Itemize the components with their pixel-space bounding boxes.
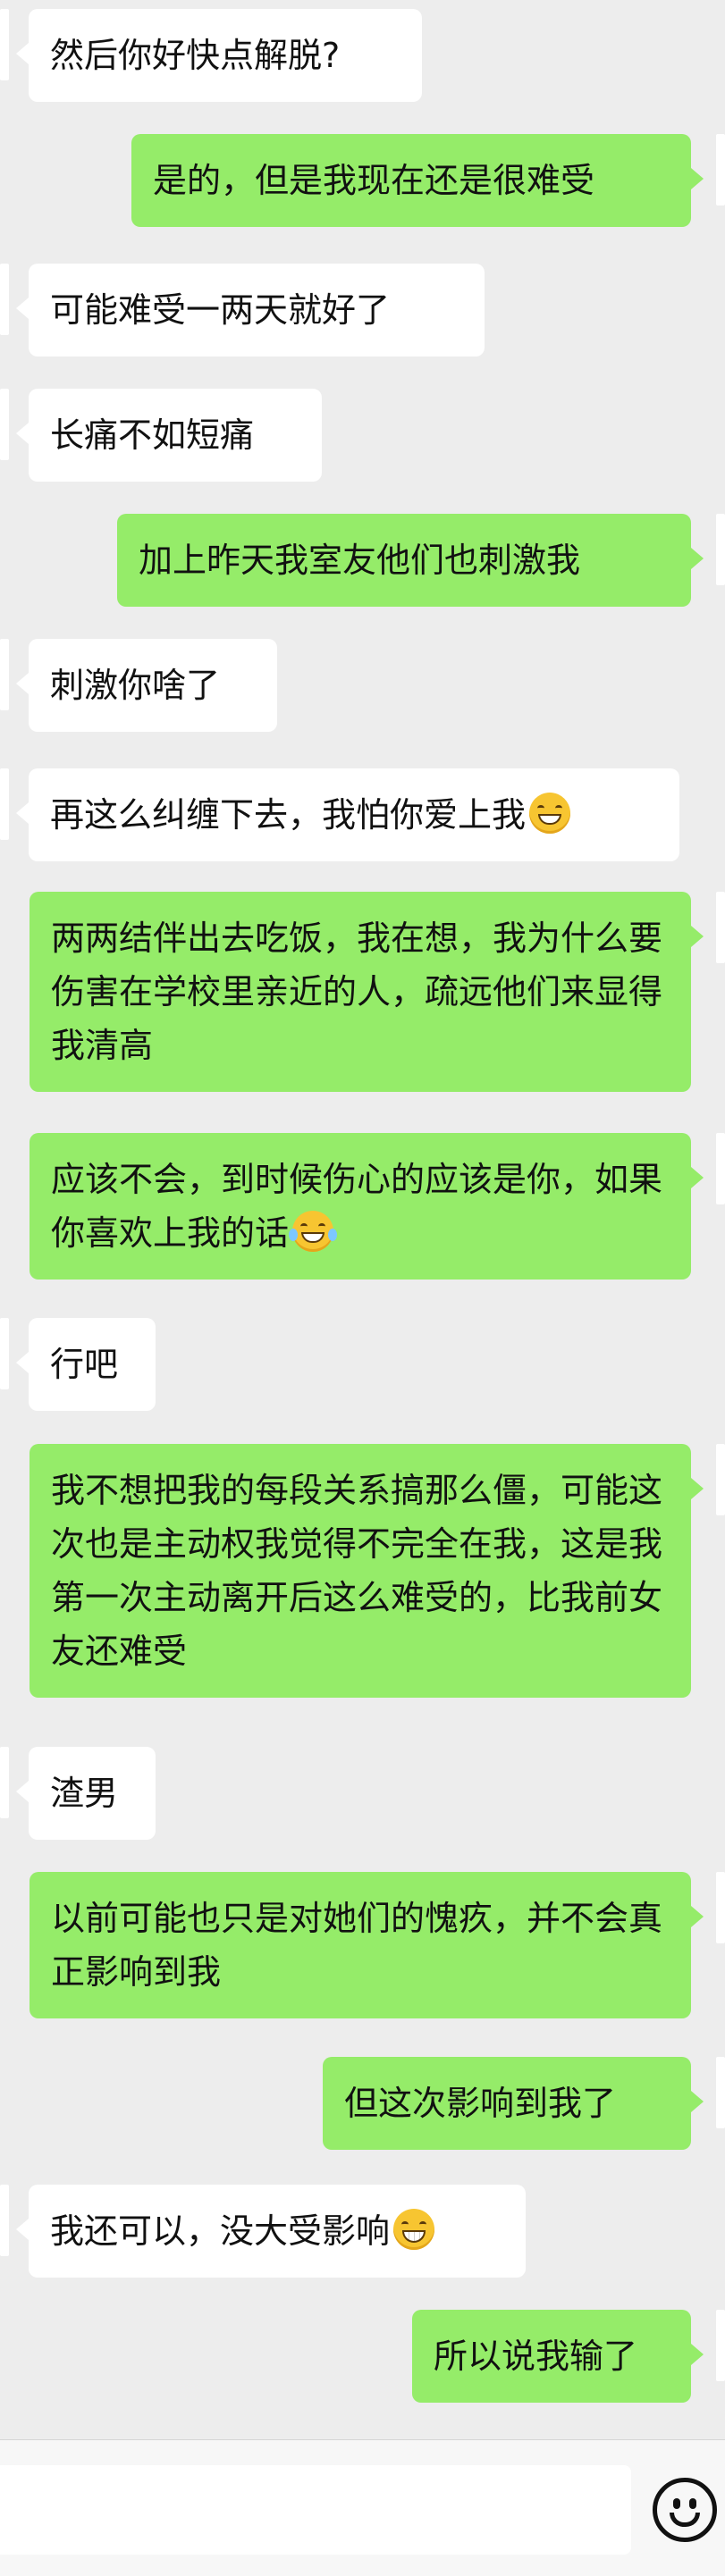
outgoing-message-bubble[interactable]: 所以说我输了 (412, 2310, 704, 2403)
message-text: 再这么纠缠下去，我怕你爱上我 (50, 795, 527, 835)
incoming-message-bubble[interactable]: 刺激你啥了 (16, 639, 277, 732)
my-avatar[interactable] (716, 134, 725, 206)
contact-avatar[interactable] (0, 768, 9, 840)
contact-avatar[interactable] (0, 1318, 9, 1389)
chat-area[interactable]: 然后你好快点解脱? 是的，但是我现在还是很难受 可能难受一两天就好了 长痛不如短… (0, 0, 725, 2439)
outgoing-message-bubble[interactable]: 我不想把我的每段关系搞那么僵，可能这次也是主动权我觉得不完全在我，这是我第一次主… (30, 1444, 704, 1698)
outgoing-message-bubble[interactable]: 两两结伴出去吃饭，我在想，我为什么要伤害在学校里亲近的人，疏远他们来显得我清高 (30, 892, 704, 1092)
my-avatar[interactable] (716, 2310, 725, 2381)
message-text: 我还可以，没大受影响 (50, 2211, 391, 2251)
message-text: 所以说我输了 (434, 2337, 638, 2376)
input-bar (0, 2439, 725, 2576)
message-text: 是的，但是我现在还是很难受 (153, 161, 595, 200)
outgoing-message-bubble[interactable]: 以前可能也只是对她们的愧疚，并不会真正影响到我 (30, 1872, 704, 2018)
tears-of-joy-emoji-icon (289, 1211, 338, 1252)
message-text: 以前可能也只是对她们的愧疚，并不会真正影响到我 (51, 1899, 663, 1992)
message-input[interactable] (0, 2465, 631, 2555)
contact-avatar[interactable] (0, 264, 9, 335)
contact-avatar[interactable] (0, 1747, 9, 1818)
message-text: 刺激你啥了 (50, 666, 221, 705)
outgoing-message-bubble[interactable]: 但这次影响到我了 (323, 2057, 704, 2150)
my-avatar[interactable] (716, 2057, 725, 2128)
incoming-message-bubble[interactable]: 可能难受一两天就好了 (16, 264, 485, 357)
message-text: 但这次影响到我了 (344, 2084, 617, 2123)
message-text: 加上昨天我室友他们也刺激我 (139, 541, 581, 580)
outgoing-message-bubble[interactable]: 加上昨天我室友他们也刺激我 (117, 514, 704, 607)
message-text: 我不想把我的每段关系搞那么僵，可能这次也是主动权我觉得不完全在我，这是我第一次主… (51, 1471, 663, 1671)
my-avatar[interactable] (716, 1872, 725, 1943)
contact-avatar[interactable] (0, 2185, 9, 2256)
incoming-message-bubble[interactable]: 长痛不如短痛 (16, 389, 322, 482)
message-text: 长痛不如短痛 (50, 415, 255, 455)
my-avatar[interactable] (716, 1133, 725, 1204)
my-avatar[interactable] (716, 1444, 725, 1515)
incoming-message-bubble[interactable]: 再这么纠缠下去，我怕你爱上我 (16, 768, 679, 861)
grin-emoji-icon (393, 2209, 435, 2250)
message-text: 行吧 (50, 1345, 119, 1384)
outgoing-message-bubble[interactable]: 应该不会，到时候伤心的应该是你，如果你喜欢上我的话 (30, 1133, 704, 1280)
message-text: 然后你好快点解脱? (50, 36, 341, 75)
message-text: 应该不会，到时候伤心的应该是你，如果你喜欢上我的话 (51, 1160, 663, 1253)
contact-avatar[interactable] (0, 639, 9, 710)
incoming-message-bubble[interactable]: 渣男 (16, 1747, 156, 1840)
incoming-message-bubble[interactable]: 我还可以，没大受影响 (16, 2185, 526, 2278)
incoming-message-bubble[interactable]: 行吧 (16, 1318, 156, 1411)
contact-avatar[interactable] (0, 389, 9, 460)
smiley-face-icon[interactable] (653, 2478, 717, 2542)
incoming-message-bubble[interactable]: 然后你好快点解脱? (16, 9, 422, 102)
message-text: 两两结伴出去吃饭，我在想，我为什么要伤害在学校里亲近的人，疏远他们来显得我清高 (51, 919, 663, 1065)
message-text: 渣男 (50, 1774, 119, 1813)
my-avatar[interactable] (716, 892, 725, 963)
contact-avatar[interactable] (0, 9, 9, 80)
my-avatar[interactable] (716, 514, 725, 585)
outgoing-message-bubble[interactable]: 是的，但是我现在还是很难受 (131, 134, 704, 227)
smirk-emoji-icon (529, 793, 571, 834)
message-text: 可能难受一两天就好了 (50, 290, 391, 330)
